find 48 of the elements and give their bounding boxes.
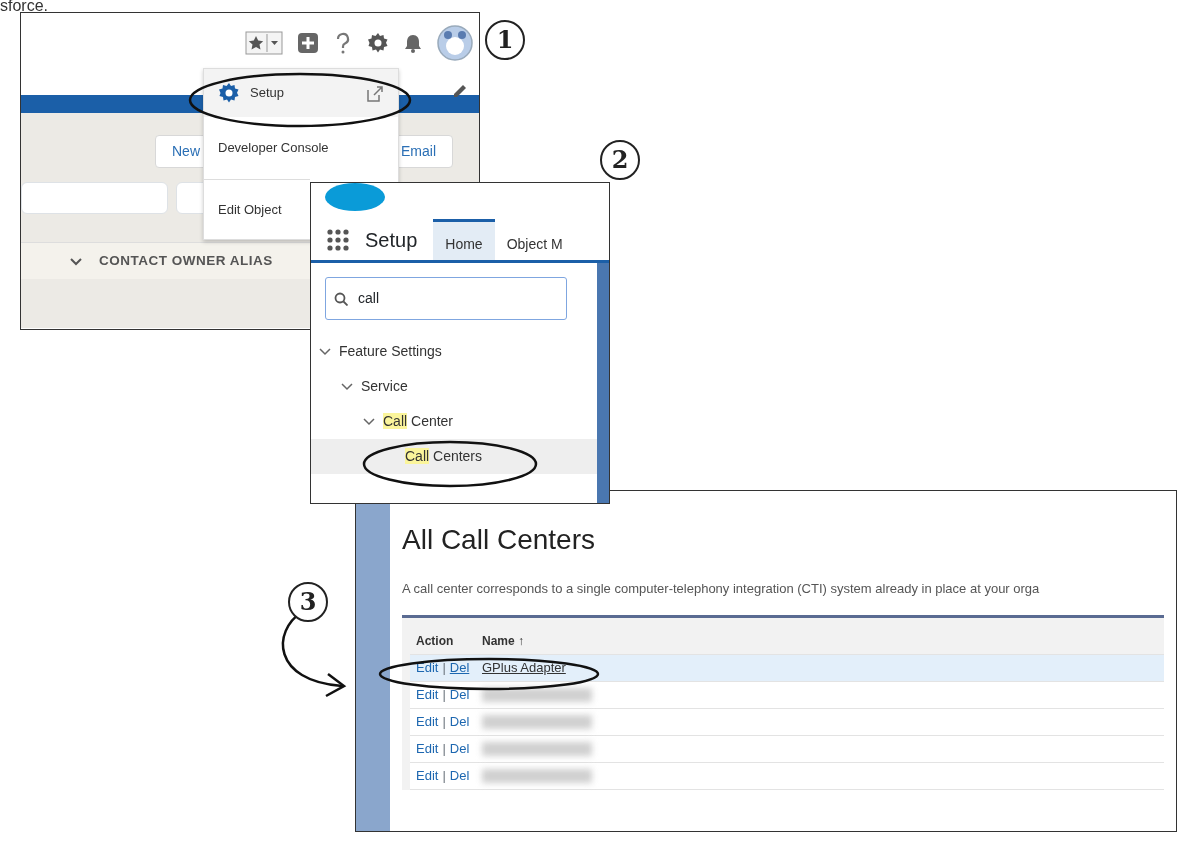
favorites-button[interactable] [245, 31, 283, 55]
chevron-icon [363, 415, 375, 428]
description-text: A call center corresponds to a single computer-telephony integration (CTI) system already in place at your orga [402, 580, 1041, 598]
external-link-icon [365, 83, 384, 103]
separator: | [442, 766, 446, 785]
name-link[interactable]: GPlus Adapter [482, 657, 566, 678]
gear-icon [218, 82, 240, 104]
action-link[interactable]: Del [449, 765, 470, 786]
bell-icon[interactable] [403, 32, 423, 54]
action-link[interactable]: Del [449, 684, 470, 705]
column-header: CONTACT OWNER ALIAS [99, 252, 273, 270]
action-link[interactable]: Del [449, 711, 470, 732]
step-number: 3 [288, 582, 328, 622]
tree-item[interactable]: Call Center [311, 404, 597, 439]
action-link[interactable]: Edit [416, 657, 439, 678]
cloud-logo [325, 183, 387, 213]
avatar-icon[interactable] [437, 25, 473, 61]
action-link[interactable]: Edit [416, 765, 439, 786]
app-launcher-icon[interactable] [327, 228, 349, 251]
separator: | [442, 658, 446, 677]
tree-item[interactable]: Feature Settings [311, 334, 597, 369]
tree-item[interactable]: Service [311, 369, 597, 404]
separator: | [442, 685, 446, 704]
action-link[interactable]: Edit [416, 711, 439, 732]
page-title: All Call Centers [402, 523, 596, 557]
action-link[interactable]: Edit [416, 738, 439, 759]
search-icon [334, 291, 348, 306]
step-number: 1 [485, 20, 525, 60]
action-link[interactable]: Del [449, 657, 470, 678]
add-icon[interactable] [297, 32, 319, 54]
chevron-icon [319, 345, 331, 358]
separator: | [442, 739, 446, 758]
action-link[interactable]: Del [449, 738, 470, 759]
chevron-icon [341, 380, 353, 393]
tree-item[interactable]: Call Centers [311, 439, 597, 474]
caption-text: sforce. [0, 0, 48, 15]
nav-tab[interactable]: Object M [494, 219, 575, 260]
menu-item[interactable]: Setup [204, 69, 398, 117]
nav-tab[interactable]: Home [433, 219, 495, 260]
action-link[interactable]: Edit [416, 684, 439, 705]
search-field[interactable]: call [325, 277, 567, 320]
app-title: Setup [365, 227, 418, 253]
column-header: Action [415, 632, 455, 650]
separator: | [442, 712, 446, 731]
settings-icon[interactable] [367, 32, 389, 54]
step-number: 2 [600, 140, 640, 180]
chevron-down-icon[interactable] [69, 256, 83, 267]
column-header: Name ↑ [482, 632, 525, 650]
